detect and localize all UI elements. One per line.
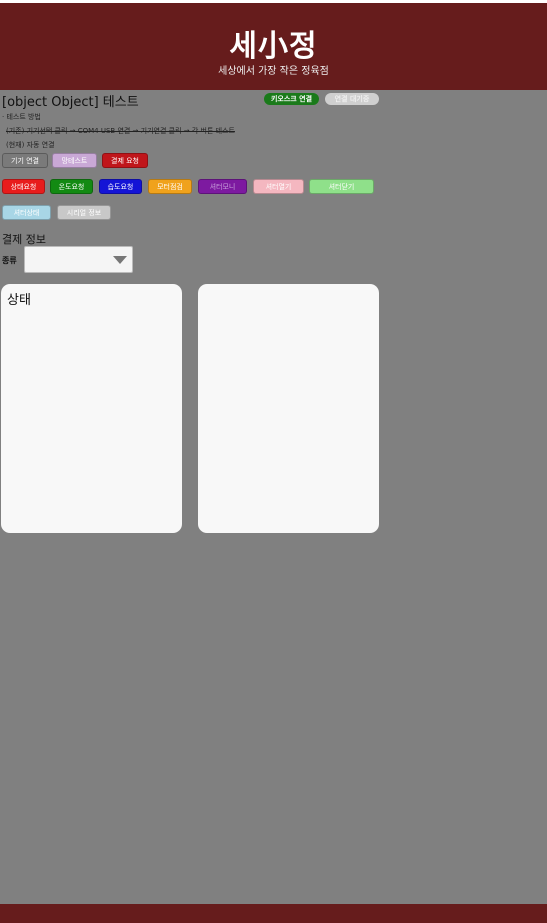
payment-type-select[interactable] <box>24 246 133 273</box>
status-panel-title: 상태 <box>7 293 31 308</box>
shutter-open-button[interactable]: 셔터열기 <box>253 179 304 194</box>
status-panel: 상태 <box>1 284 182 533</box>
payment-section-title: 결제 정보 <box>2 233 46 246</box>
logo[interactable]: 세小정 <box>0 21 547 65</box>
log-panel <box>198 284 379 533</box>
serial-info-button[interactable]: 시리얼 정보 <box>57 205 111 220</box>
connect-device-button[interactable]: 기기 연결 <box>2 153 48 168</box>
tagline: 세상에서 가장 작은 정육점 <box>218 66 329 77</box>
shutter-close-button[interactable]: 셔터닫기 <box>309 179 374 194</box>
instructions-heading: · 테스트 방법 <box>2 113 41 121</box>
instructions-auto: (현재) 자동 연결 <box>6 141 55 149</box>
connection-wait-badge: 연결 대기중 <box>325 93 379 105</box>
status-request-button[interactable]: 상태요청 <box>2 179 45 194</box>
shutter-status-button[interactable]: 셔터상태 <box>2 205 51 220</box>
site-header: 세小정 세상에서 가장 작은 정육점 <box>0 3 547 90</box>
kiosk-connection-badge: 키오스크 연결 <box>264 93 319 105</box>
page-title: [object Object] 테스트 <box>2 95 139 110</box>
chevron-down-icon <box>113 256 127 264</box>
humidity-request-button[interactable]: 습도요청 <box>99 179 142 194</box>
instructions-steps: (기존) 기기선택 클릭 → COM4 USB 연결 → 기기연결 클릭 → 각… <box>6 127 235 135</box>
payment-type-label: 종류 <box>2 256 17 265</box>
shutter-monitor-button[interactable]: 셔터모니 <box>198 179 247 194</box>
network-test-button[interactable]: 망테스트 <box>52 153 97 168</box>
temperature-request-button[interactable]: 온도요청 <box>50 179 93 194</box>
motor-check-button[interactable]: 모터점검 <box>148 179 192 194</box>
payment-request-button[interactable]: 결제 요청 <box>102 153 148 168</box>
footer-bar <box>0 904 547 923</box>
